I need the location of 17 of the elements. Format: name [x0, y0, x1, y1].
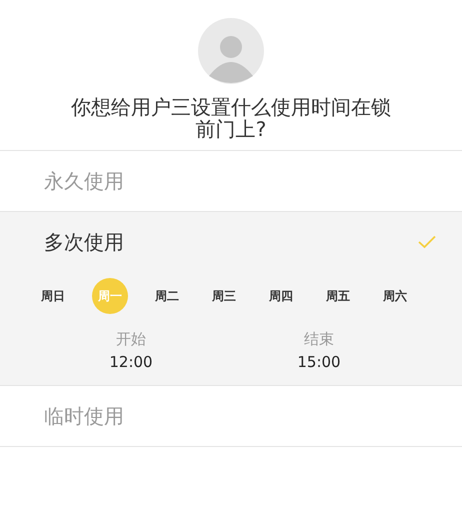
- usage-option[interactable]: 多次使用 周日 周一 周二 周三 周四 周五 周六 开始 12:00 结束 15:00: [0, 212, 462, 386]
- question-text: 你想给用户三设置什么使用时间在锁前门上?: [70, 96, 392, 140]
- option-label: 永久使用: [44, 168, 124, 194]
- check-icon: [418, 235, 436, 249]
- option-label: 多次使用: [44, 228, 124, 256]
- time-value[interactable]: 12:00: [109, 353, 153, 371]
- weekday-button[interactable]: 周二: [149, 278, 185, 314]
- weekday-button[interactable]: 周六: [377, 278, 413, 314]
- avatar-icon: [198, 18, 264, 84]
- weekday-button[interactable]: 周三: [206, 278, 242, 314]
- weekday-button[interactable]: 周日: [35, 278, 71, 314]
- option-label: 临时使用: [44, 402, 124, 430]
- weekday-button[interactable]: 周四: [263, 278, 299, 314]
- time-value[interactable]: 15:00: [297, 353, 341, 371]
- weekday-button[interactable]: 周五: [320, 278, 356, 314]
- time-label: 结束: [304, 330, 334, 349]
- time-label: 开始: [116, 330, 146, 349]
